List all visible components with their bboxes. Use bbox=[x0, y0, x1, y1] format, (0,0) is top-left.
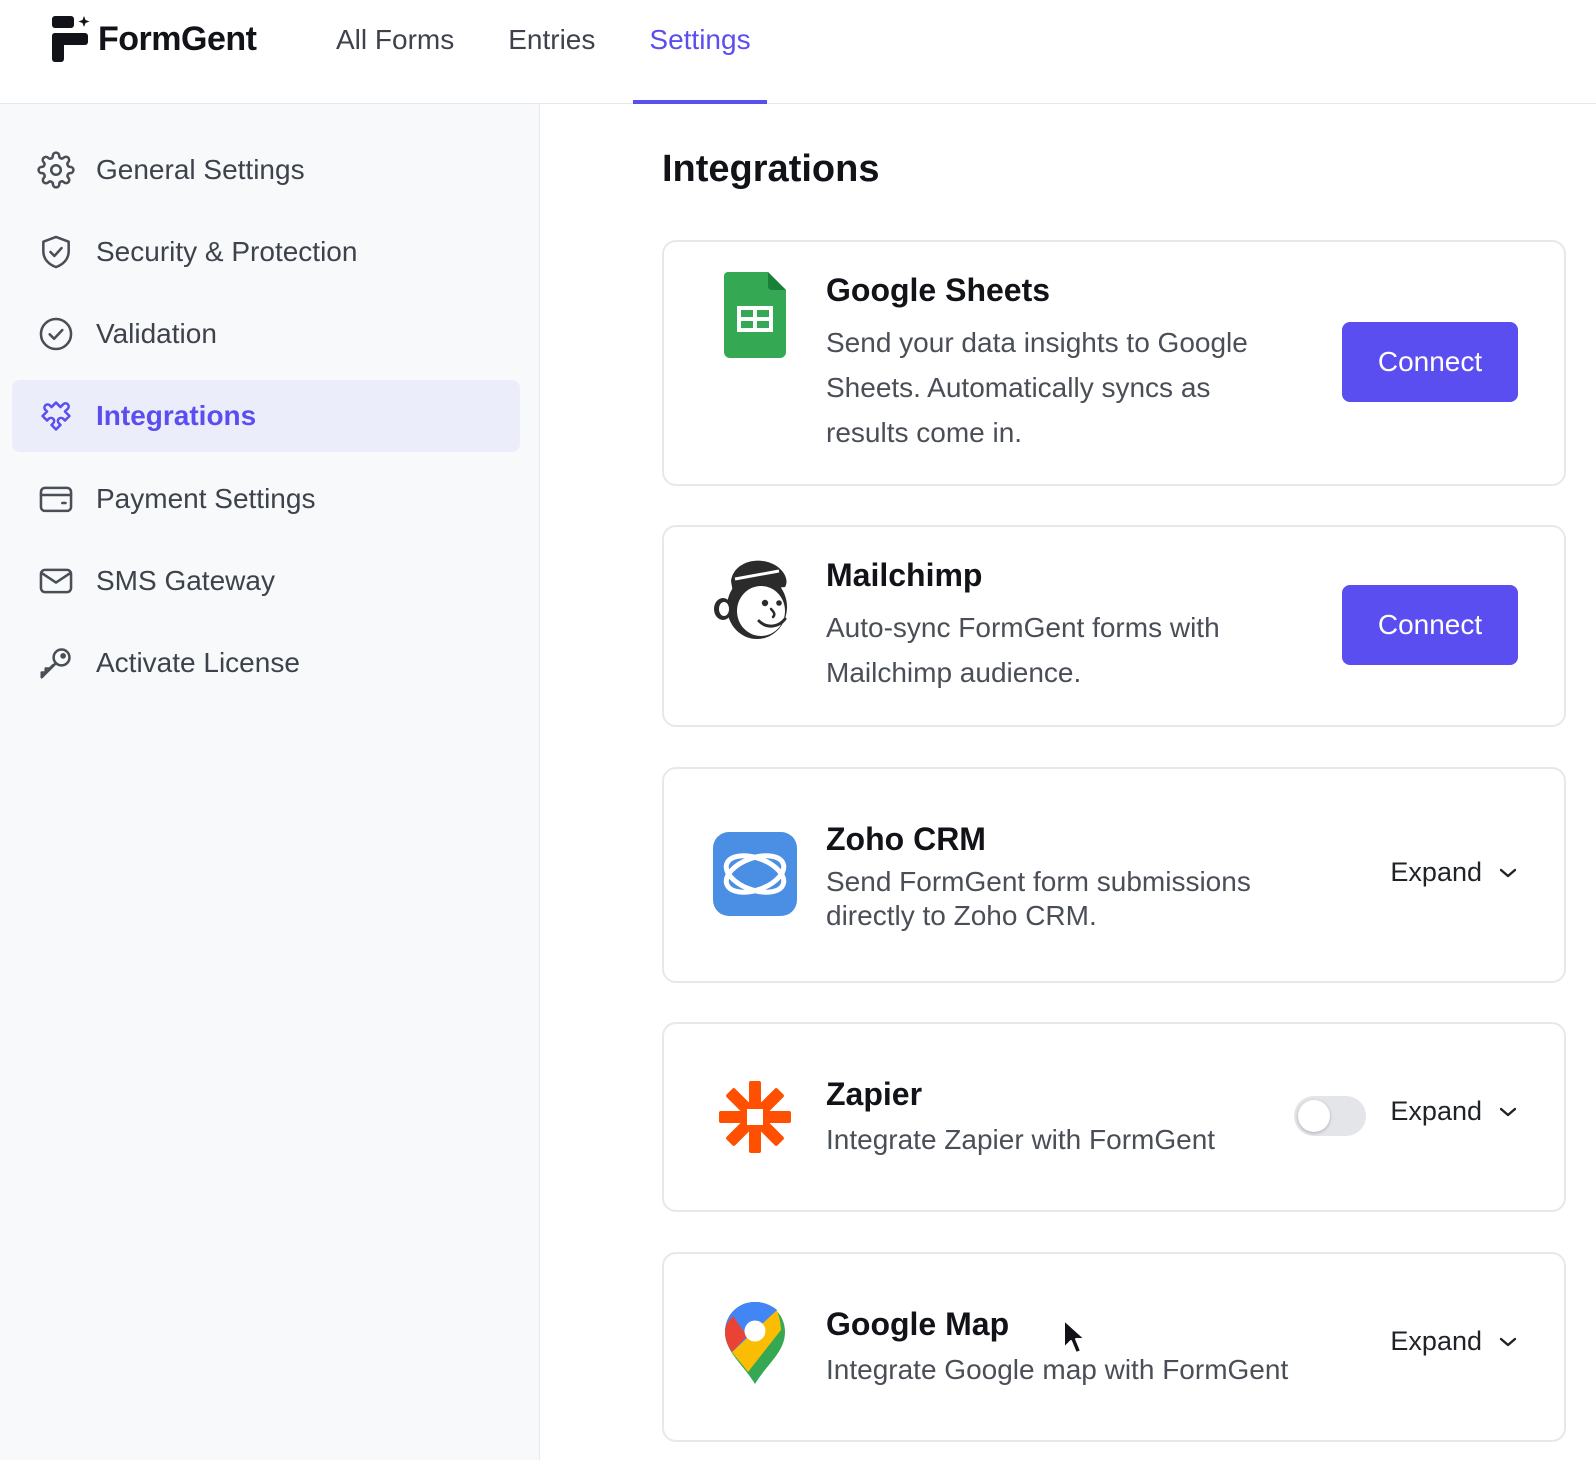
integration-card-google-sheets: Google Sheets Send your data insights to… bbox=[662, 240, 1566, 486]
nav-label: All Forms bbox=[336, 24, 455, 55]
sidebar-item-label: Integrations bbox=[96, 400, 257, 431]
integration-description: Send FormGent form submissions directly … bbox=[826, 866, 1251, 931]
connect-google-sheets-button[interactable]: Connect bbox=[1342, 322, 1518, 402]
connect-mailchimp-button[interactable]: Connect bbox=[1342, 585, 1518, 665]
integration-name: Google Map bbox=[826, 1306, 1010, 1342]
formgent-logo-icon bbox=[52, 16, 90, 62]
nav-settings[interactable]: Settings bbox=[633, 0, 767, 104]
integration-description: Auto-sync FormGent forms with Mailchimp … bbox=[826, 612, 1220, 688]
sidebar-item-sms-gateway[interactable]: SMS Gateway bbox=[12, 545, 520, 617]
expand-zapier-button[interactable]: Expand bbox=[1390, 1096, 1520, 1127]
chevron-down-icon bbox=[1499, 1107, 1517, 1116]
sidebar-item-integrations[interactable]: Integrations bbox=[12, 380, 520, 452]
integration-card-zapier: Zapier Integrate Zapier with FormGent Ex… bbox=[662, 1022, 1566, 1212]
sidebar-item-label: SMS Gateway bbox=[96, 565, 275, 596]
chevron-down-icon bbox=[1499, 1337, 1517, 1346]
app-logo[interactable]: FormGent bbox=[50, 14, 257, 64]
integration-card-mailchimp: Mailchimp Auto-sync FormGent forms with … bbox=[662, 525, 1566, 727]
expand-label: Expand bbox=[1390, 1326, 1482, 1356]
zapier-enable-toggle[interactable] bbox=[1294, 1096, 1366, 1136]
expand-google-map-button[interactable]: Expand bbox=[1390, 1326, 1520, 1357]
settings-sidebar: General Settings Security & Protection V… bbox=[0, 104, 540, 1460]
sidebar-item-label: General Settings bbox=[96, 154, 305, 185]
gear-icon bbox=[36, 150, 76, 190]
sidebar-item-security[interactable]: Security & Protection bbox=[12, 216, 520, 288]
zoho-crm-icon bbox=[712, 831, 798, 917]
app-name: FormGent bbox=[98, 19, 257, 58]
google-sheets-icon bbox=[712, 272, 798, 358]
sidebar-item-validation[interactable]: Validation bbox=[12, 298, 520, 370]
sidebar-item-payment-settings[interactable]: Payment Settings bbox=[12, 463, 520, 535]
expand-label: Expand bbox=[1390, 1096, 1482, 1126]
integration-name: Zoho CRM bbox=[826, 821, 986, 857]
mouse-cursor-icon bbox=[1063, 1319, 1086, 1354]
nav-label: Settings bbox=[649, 24, 751, 55]
envelope-icon bbox=[36, 561, 76, 601]
chevron-down-icon bbox=[1499, 868, 1517, 877]
integration-name: Mailchimp bbox=[826, 557, 983, 593]
sidebar-item-label: Payment Settings bbox=[96, 483, 316, 514]
toggle-knob bbox=[1298, 1100, 1330, 1132]
top-bar: FormGent All Forms Entries Settings bbox=[0, 0, 1596, 104]
sidebar-item-label: Security & Protection bbox=[96, 236, 358, 267]
nav-label: Entries bbox=[508, 24, 596, 55]
page-title: Integrations bbox=[662, 148, 880, 190]
top-nav: All Forms Entries Settings bbox=[320, 0, 789, 104]
expand-zoho-crm-button[interactable]: Expand bbox=[1390, 857, 1520, 888]
integration-card-google-map: Google Map Integrate Google map with For… bbox=[662, 1252, 1566, 1442]
nav-all-forms[interactable]: All Forms bbox=[320, 0, 470, 104]
mailchimp-icon bbox=[712, 557, 798, 643]
sidebar-item-label: Validation bbox=[96, 318, 217, 349]
zapier-icon bbox=[712, 1074, 798, 1160]
integration-name: Zapier bbox=[826, 1076, 923, 1112]
sidebar-item-general-settings[interactable]: General Settings bbox=[12, 134, 520, 206]
puzzle-icon bbox=[36, 396, 76, 436]
wallet-icon bbox=[36, 479, 76, 519]
integration-description: Integrate Google map with FormGent bbox=[826, 1354, 1289, 1385]
sidebar-item-label: Activate License bbox=[96, 647, 300, 678]
google-map-icon bbox=[712, 1300, 798, 1386]
check-circle-icon bbox=[36, 314, 76, 354]
integration-name: Google Sheets bbox=[826, 272, 1051, 308]
key-icon bbox=[36, 643, 76, 683]
nav-entries[interactable]: Entries bbox=[492, 0, 611, 104]
expand-label: Expand bbox=[1390, 857, 1482, 887]
integration-description: Integrate Zapier with FormGent bbox=[826, 1124, 1216, 1155]
integration-description: Send your data insights to Google Sheets… bbox=[826, 327, 1248, 448]
integration-card-zoho-crm: Zoho CRM Send FormGent form submissions … bbox=[662, 767, 1566, 983]
sidebar-item-activate-license[interactable]: Activate License bbox=[12, 627, 520, 699]
shield-icon bbox=[36, 232, 76, 272]
